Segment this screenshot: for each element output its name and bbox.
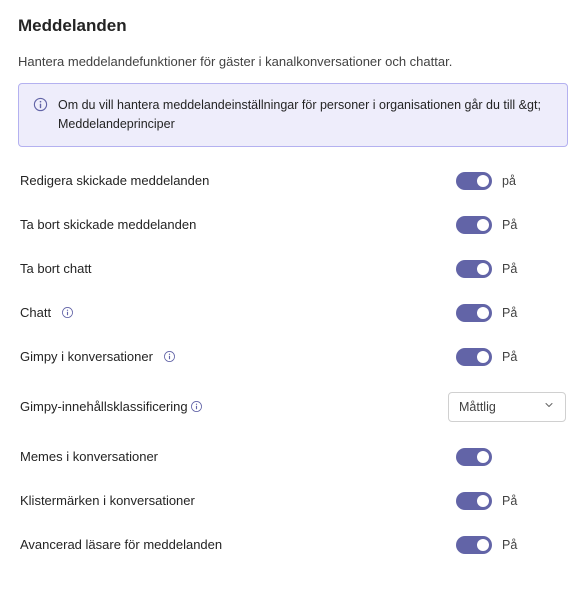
info-icon[interactable] [190,400,203,413]
setting-label: Gimpy-innehållsklassificering [20,399,203,414]
toggle-status: På [502,306,526,320]
toggle-delete-chat[interactable] [456,260,492,278]
setting-label: Klistermärken i konversationer [20,493,195,508]
setting-row-chat: Chatt På [18,291,568,335]
setting-label-text: Gimpy-innehållsklassificering [20,399,188,414]
setting-label: Memes i konversationer [20,449,158,464]
setting-row-stickers: Klistermärken i konversationer På [18,479,568,523]
setting-row-delete-chat: Ta bort chatt På [18,247,568,291]
setting-row-gimpy-conversations: Gimpy i konversationer På [18,335,568,379]
setting-label: Ta bort skickade meddelanden [20,217,196,232]
toggle-status: på [502,174,526,188]
setting-label-text: Gimpy i konversationer [20,349,153,364]
setting-label: Gimpy i konversationer [20,349,176,364]
toggle-status: På [502,494,526,508]
select-gimpy-classification[interactable]: Måttlig [448,392,566,422]
chevron-down-icon [543,399,555,414]
setting-row-immersive-reader: Avancerad läsare för meddelanden På [18,523,568,567]
info-icon [33,97,48,115]
toggle-delete-sent[interactable] [456,216,492,234]
toggle-edit-sent[interactable] [456,172,492,190]
settings-list: Redigera skickade meddelanden på Ta bort… [18,159,568,567]
info-banner: Om du vill hantera meddelandeinställning… [18,83,568,147]
setting-label-text: Chatt [20,305,51,320]
setting-label: Ta bort chatt [20,261,92,276]
info-banner-text: Om du vill hantera meddelandeinställning… [58,96,553,134]
page-title: Meddelanden [18,16,568,36]
setting-label: Chatt [20,305,74,320]
toggle-status: På [502,538,526,552]
setting-label: Redigera skickade meddelanden [20,173,209,188]
select-value: Måttlig [459,400,496,414]
toggle-chat[interactable] [456,304,492,322]
setting-label: Avancerad läsare för meddelanden [20,537,222,552]
info-icon[interactable] [61,306,74,319]
setting-row-gimpy-classification: Gimpy-innehållsklassificering Måttlig [18,379,568,435]
toggle-gimpy-conversations[interactable] [456,348,492,366]
toggle-memes[interactable] [456,448,492,466]
toggle-status: På [502,218,526,232]
toggle-stickers[interactable] [456,492,492,510]
toggle-status: På [502,262,526,276]
setting-row-memes: Memes i konversationer [18,435,568,479]
toggle-status: På [502,350,526,364]
toggle-immersive-reader[interactable] [456,536,492,554]
setting-row-delete-sent: Ta bort skickade meddelanden På [18,203,568,247]
page-subtitle: Hantera meddelandefunktioner för gäster … [18,54,568,69]
info-icon[interactable] [163,350,176,363]
setting-row-edit-sent: Redigera skickade meddelanden på [18,159,568,203]
